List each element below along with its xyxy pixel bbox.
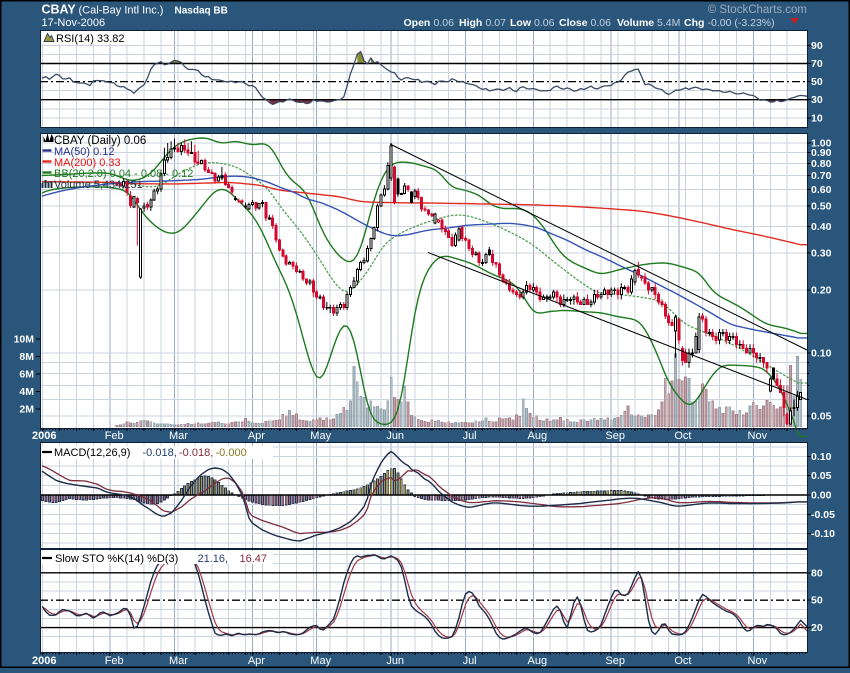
svg-text:16.47: 16.47 [240, 553, 268, 565]
svg-text:4M: 4M [19, 386, 34, 398]
svg-text:-0.018,: -0.018, [143, 447, 177, 459]
svg-text:Oct: Oct [674, 655, 691, 667]
svg-text:90: 90 [811, 40, 823, 52]
svg-text:Sep: Sep [605, 655, 625, 667]
svg-text:© StockCharts.com: © StockCharts.com [708, 4, 807, 16]
svg-text:Sep: Sep [605, 430, 625, 442]
svg-text:May: May [310, 655, 331, 667]
svg-text:2006: 2006 [32, 430, 56, 442]
svg-text:10: 10 [811, 112, 823, 124]
svg-text:20: 20 [811, 622, 823, 634]
svg-text:Chg: Chg [684, 17, 704, 29]
svg-text:0.06: 0.06 [434, 17, 455, 29]
svg-text:21.16,: 21.16, [198, 553, 229, 565]
svg-text:RSI(14) 33.82: RSI(14) 33.82 [56, 33, 124, 45]
svg-text:High: High [459, 17, 482, 29]
svg-text:-0.000: -0.000 [216, 447, 247, 459]
svg-text:5.4M: 5.4M [657, 17, 680, 29]
svg-text:17-Nov-2006: 17-Nov-2006 [42, 17, 106, 29]
svg-text:0.40: 0.40 [811, 221, 832, 233]
svg-text:-0.018,: -0.018, [179, 447, 213, 459]
svg-text:Mar: Mar [169, 430, 188, 442]
svg-text:0.10: 0.10 [811, 348, 832, 360]
svg-text:Nov: Nov [748, 655, 768, 667]
svg-text:Nasdaq BB: Nasdaq BB [175, 6, 228, 17]
svg-text:0.05: 0.05 [811, 470, 832, 482]
svg-text:Aug: Aug [528, 655, 548, 667]
svg-text:0.07: 0.07 [486, 17, 507, 29]
svg-text:Low: Low [510, 17, 532, 29]
svg-text:0.00: 0.00 [811, 490, 832, 502]
svg-text:Jun: Jun [386, 655, 404, 667]
svg-text:70: 70 [811, 58, 823, 70]
svg-text:-0.00 (-3.23%): -0.00 (-3.23%) [708, 17, 775, 29]
svg-text:-0.10: -0.10 [811, 528, 835, 540]
svg-text:MACD(12,26,9): MACD(12,26,9) [54, 447, 130, 459]
svg-text:0.10: 0.10 [811, 451, 832, 463]
svg-text:Open: Open [404, 17, 431, 29]
svg-text:Apr: Apr [248, 430, 265, 442]
svg-text:Jul: Jul [463, 655, 477, 667]
svg-text:50: 50 [811, 595, 823, 607]
svg-text:0.70: 0.70 [811, 170, 832, 182]
svg-text:Feb: Feb [105, 430, 124, 442]
svg-text:Jun: Jun [386, 430, 404, 442]
svg-text:2006: 2006 [32, 655, 56, 667]
svg-text:0.06: 0.06 [534, 17, 555, 29]
svg-text:30: 30 [811, 94, 823, 106]
svg-text:0.06: 0.06 [591, 17, 612, 29]
svg-text:Nov: Nov [748, 430, 768, 442]
svg-text:-0.05: -0.05 [811, 509, 835, 521]
svg-text:0.05: 0.05 [811, 411, 832, 423]
svg-text:Aug: Aug [528, 430, 548, 442]
svg-text:CBAY: CBAY [42, 3, 77, 17]
svg-text:0.60: 0.60 [811, 184, 832, 196]
svg-text:Volume 5,434,251: Volume 5,434,251 [54, 179, 143, 191]
svg-text:0.80: 0.80 [811, 158, 832, 170]
svg-text:2M: 2M [19, 404, 34, 416]
svg-text:8M: 8M [19, 351, 34, 363]
svg-text:0.20: 0.20 [811, 284, 832, 296]
svg-text:May: May [310, 430, 331, 442]
svg-text:0.30: 0.30 [811, 247, 832, 259]
svg-text:Mar: Mar [169, 655, 188, 667]
svg-text:Jul: Jul [463, 430, 477, 442]
svg-text:(Cal-Bay Intl Inc.): (Cal-Bay Intl Inc.) [79, 5, 164, 17]
svg-text:Volume: Volume [617, 17, 654, 29]
svg-text:6M: 6M [19, 369, 34, 381]
svg-text:Close: Close [559, 17, 588, 29]
svg-text:10M: 10M [14, 334, 35, 346]
svg-text:Feb: Feb [105, 655, 124, 667]
svg-text:Slow STO %K(14) %D(3): Slow STO %K(14) %D(3) [55, 553, 178, 565]
svg-text:Apr: Apr [248, 655, 265, 667]
svg-text:0.50: 0.50 [811, 201, 832, 213]
svg-text:Oct: Oct [674, 430, 691, 442]
svg-text:80: 80 [811, 567, 823, 579]
svg-text:50: 50 [811, 76, 823, 88]
